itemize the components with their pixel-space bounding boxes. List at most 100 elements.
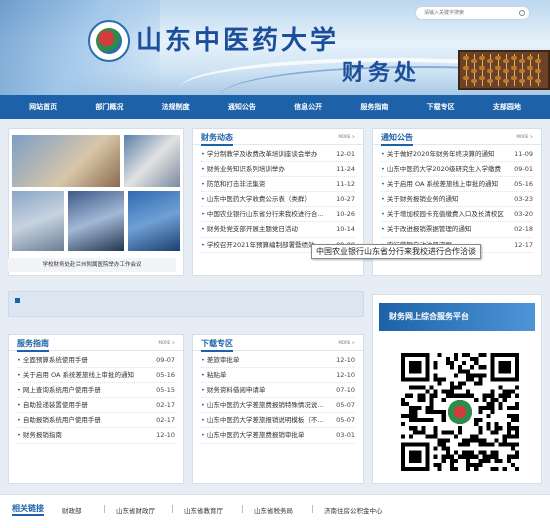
link-separator <box>312 505 313 513</box>
list-item-date: 03-01 <box>336 431 355 440</box>
link-sd-education-dept[interactable]: 山东省教育厅 <box>184 505 223 515</box>
list-item[interactable]: 关于启用 OA 系统差旅线上审批的通知 05-16 <box>17 368 175 384</box>
list-item-title[interactable]: 财务处党支部开展主题党日活动 <box>201 222 298 236</box>
photo-meeting-3[interactable] <box>12 191 64 251</box>
strip-marker-icon <box>15 298 20 303</box>
notices-more-link[interactable]: MORE > <box>516 134 533 139</box>
list-item-title[interactable]: 关于财务报销业务的通知 <box>381 192 459 206</box>
list-item-title[interactable]: 山东中医药大学差旅费报销特殊情况说明模板 <box>201 398 326 412</box>
list-item-title[interactable]: 山东中医药大学2020级研究生入学缴费 <box>381 162 501 176</box>
link-ministry-of-finance[interactable]: 财政部 <box>62 505 82 515</box>
nav-regulations[interactable]: 法规制度 <box>162 102 190 112</box>
university-logo-icon[interactable] <box>88 20 130 62</box>
list-item-date: 02-17 <box>156 416 175 425</box>
list-item[interactable]: 山东中医药大学差旅报销说明模板（不含差旅） 05-07 <box>201 413 355 429</box>
link-separator <box>104 505 105 513</box>
nav-downloads[interactable]: 下载专区 <box>427 102 455 112</box>
list-item[interactable]: 财务资料借阅申请单 07-10 <box>201 383 355 399</box>
list-item-title[interactable]: 山东中医药大学差旅费报销审批单 <box>201 428 305 442</box>
service-guide-title: 服务指南 <box>17 338 49 352</box>
link-separator <box>172 505 173 513</box>
finance-news-list: 学分制教学及收费改革培训座谈会举办 12-01 财务业务知识系列培训举办 11-24 防… <box>193 145 363 253</box>
search-input[interactable] <box>416 7 516 19</box>
list-item-date: 10-26 <box>336 210 355 219</box>
online-service-banner[interactable]: 财务网上综合服务平台 <box>379 303 535 331</box>
link-tooltip: 中国农业银行山东省分行来我校进行合作洽谈 <box>311 244 481 259</box>
downloads-more-link[interactable]: MORE > <box>338 340 355 345</box>
list-item[interactable]: 山东中医药大学2020级研究生入学缴费 09-01 <box>381 162 533 178</box>
finance-news-more-link[interactable]: MORE > <box>338 134 355 139</box>
list-item-title[interactable]: 关于启用 OA 系统差旅线上审批的通知 <box>381 177 498 191</box>
list-item[interactable]: 关于改进报销票据管理的通知 02-18 <box>381 222 533 238</box>
search-icon[interactable] <box>519 10 525 16</box>
list-item-title[interactable]: 粘贴单 <box>201 368 227 382</box>
search-box[interactable] <box>415 6 530 20</box>
list-item-date: 07-10 <box>336 386 355 395</box>
main-nav: 网站首页 部门概况 法规制度 通知公告 信息公开 服务指南 下载专区 支部园地 <box>0 95 550 119</box>
list-item-title[interactable]: 中国农业银行山东省分行来我校进行合作洽谈 <box>201 207 326 221</box>
list-item-title[interactable]: 山东中医药大学差旅报销说明模板（不含差旅） <box>201 413 326 427</box>
list-item-title[interactable]: 山东中医药大学收费公示表（类群） <box>201 192 311 206</box>
list-item[interactable]: 财务业务知识系列培训举办 11-24 <box>201 162 355 178</box>
link-sd-tax-bureau[interactable]: 山东省税务局 <box>254 505 293 515</box>
list-item-title[interactable]: 关于改进报销票据管理的通知 <box>381 222 472 236</box>
list-item[interactable]: 中国农业银行山东省分行来我校进行合作洽谈 10-26 <box>201 207 355 223</box>
nav-about[interactable]: 部门概况 <box>95 102 123 112</box>
nav-service-guide[interactable]: 服务指南 <box>360 102 388 112</box>
list-item[interactable]: 山东中医药大学差旅费报销审批单 03-01 <box>201 428 355 444</box>
list-item-title[interactable]: 财务报销指南 <box>17 428 62 442</box>
list-item[interactable]: 财务处党支部开展主题党日活动 10-14 <box>201 222 355 238</box>
nav-home[interactable]: 网站首页 <box>29 102 57 112</box>
list-item[interactable]: 网上查询系统用户使用手册 05-15 <box>17 383 175 399</box>
list-item[interactable]: 关于做好2020年财务年终决算的通知 11-09 <box>381 147 533 163</box>
list-item-date: 09-07 <box>156 356 175 364</box>
downloads-panel: 下载专区 MORE > 差旅审批单 12-10 粘贴单 12-10 财务资料借阅申请单 0… <box>192 334 364 484</box>
list-item-title[interactable]: 学分制教学及收费改革培训座谈会举办 <box>201 147 318 161</box>
link-sd-finance-dept[interactable]: 山东省财政厅 <box>116 505 155 515</box>
list-item[interactable]: 粘贴单 12-10 <box>201 368 355 384</box>
photo-meeting-2[interactable] <box>124 135 180 187</box>
list-item-date: 11-12 <box>336 180 355 189</box>
nav-party-branch[interactable]: 支部园地 <box>493 102 521 112</box>
list-item-title[interactable]: 自助投递装置使用手册 <box>17 398 88 412</box>
list-item[interactable]: 财务报销指南 12-10 <box>17 428 175 444</box>
list-item-title[interactable]: 关于增加校园卡充值缴费入口及长清校区 <box>381 207 504 221</box>
list-item[interactable]: 山东中医药大学收费公示表（类群） 10-27 <box>201 192 355 208</box>
list-item-title[interactable]: 学校召开2021年预算编制部署暨绩效政策解读 <box>201 238 326 252</box>
list-item[interactable]: 防范和打击非法集资 11-12 <box>201 177 355 193</box>
list-item[interactable]: 学分制教学及收费改革培训座谈会举办 12-01 <box>201 147 355 163</box>
photo-meeting-1[interactable] <box>12 135 120 187</box>
list-item-title[interactable]: 关于做好2020年财务年终决算的通知 <box>381 147 495 161</box>
photo-meeting-5[interactable] <box>128 191 180 251</box>
list-item-title[interactable]: 财务资料借阅申请单 <box>201 383 266 397</box>
list-item-title[interactable]: 财务业务知识系列培训举办 <box>201 162 285 176</box>
list-item-title[interactable]: 全面预算系统使用手册 <box>17 353 88 367</box>
department-name: 财务处 <box>342 60 421 86</box>
list-item[interactable]: 自助报销系统用户使用手册 02-17 <box>17 413 175 429</box>
list-item[interactable]: 关于启用 OA 系统差旅线上审批的通知 05-16 <box>381 177 533 193</box>
related-links-title: 相关链接 <box>12 503 44 516</box>
list-item[interactable]: 差旅审批单 12-10 <box>201 353 355 369</box>
notices-title: 通知公告 <box>381 132 413 146</box>
list-item[interactable]: 关于增加校园卡充值缴费入口及长清校区 03-20 <box>381 207 533 223</box>
school-name: 山东中医药大学 <box>136 26 340 56</box>
list-item[interactable]: 自助投递装置使用手册 02-17 <box>17 398 175 414</box>
list-item-title[interactable]: 自助报销系统用户使用手册 <box>17 413 101 427</box>
list-item-title[interactable]: 防范和打击非法集资 <box>201 177 266 191</box>
photo-collage[interactable] <box>12 135 180 255</box>
service-guide-more-link[interactable]: MORE > <box>158 340 175 345</box>
nav-disclosure[interactable]: 信息公开 <box>294 102 322 112</box>
list-item-title[interactable]: 网上查询系统用户使用手册 <box>17 383 101 397</box>
list-item[interactable]: 全面预算系统使用手册 09-07 <box>17 353 175 369</box>
list-item-date: 02-17 <box>156 401 175 410</box>
list-item[interactable]: 山东中医药大学差旅费报销特殊情况说明模板 05-07 <box>201 398 355 414</box>
list-item[interactable]: 关于财务报销业务的通知 03-23 <box>381 192 533 208</box>
list-item-title[interactable]: 差旅审批单 <box>201 353 240 367</box>
nav-notices[interactable]: 通知公告 <box>228 102 256 112</box>
link-jinan-housing-fund[interactable]: 济南住房公积金中心 <box>324 505 383 515</box>
photo-meeting-4[interactable] <box>68 191 124 251</box>
list-item-date: 02-18 <box>514 225 533 234</box>
photo-caption[interactable]: 学校财务处赴兰州附属医院举办工作会议 <box>8 258 176 272</box>
list-item-date: 10-27 <box>336 195 355 204</box>
list-item-title[interactable]: 关于启用 OA 系统差旅线上审批的通知 <box>17 368 134 382</box>
